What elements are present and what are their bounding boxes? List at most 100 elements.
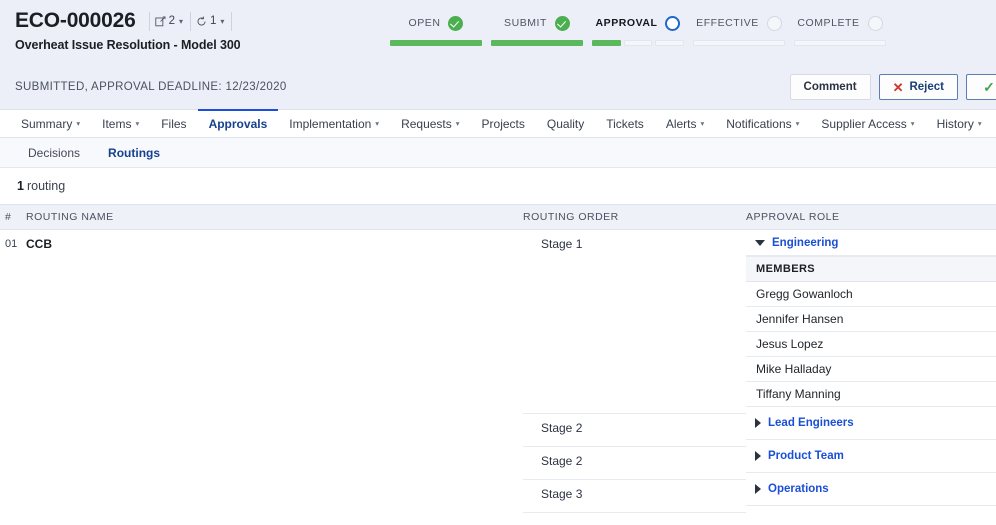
tab-history[interactable]: History ▾ [926,109,993,136]
chevron-down-icon: ▾ [910,119,915,128]
chevron-down-icon: ▾ [178,16,183,26]
step-progress [588,40,688,46]
workflow-step-approval[interactable]: APPROVAL [588,13,688,46]
list-item[interactable]: Jesus Lopez [746,332,996,357]
tab-alerts[interactable]: Alerts ▾ [655,109,715,136]
list-item[interactable]: Jennifer Hansen [746,307,996,332]
approval-role-column: Engineering MEMBERS Gregg Gowanloch Jenn… [746,230,996,513]
column-header-number: # [5,211,12,223]
revision-count-chip[interactable]: 1 ▾ [190,11,233,31]
check-circle-icon [448,15,464,31]
progress-segment [655,40,685,46]
list-item[interactable]: Tiffany Manning [746,382,996,407]
note-edit-icon [154,16,166,27]
tab-quality[interactable]: Quality [536,109,595,136]
row-number: 01 [5,238,18,250]
list-item[interactable]: Mike Halladay [746,357,996,382]
column-header-routing-name: ROUTING NAME [26,211,114,223]
tab-supplier-access[interactable]: Supplier Access ▾ [810,109,925,136]
role-group-product-team[interactable]: Product Team [746,440,996,473]
role-group-operations[interactable]: Operations [746,473,996,506]
table-header-row: # ROUTING NAME ROUTING ORDER APPROVAL RO… [0,204,996,230]
step-progress [386,40,486,46]
routing-count-number: 1 [17,179,24,193]
tab-approvals[interactable]: Approvals [197,109,279,136]
header-chip-group: 2 ▾ 1 ▾ [148,11,233,31]
role-link[interactable]: Operations [768,483,829,495]
tab-implementation[interactable]: Implementation ▾ [278,109,390,136]
header-action-buttons: Comment ✕ Reject ✓ [789,74,996,100]
tab-label: Implementation [289,116,372,131]
role-group-lead-engineers[interactable]: Lead Engineers [746,407,996,440]
members-header: MEMBERS [746,256,996,282]
routing-count-label: routing [26,179,66,193]
tab-items[interactable]: Items ▾ [91,109,150,136]
approve-button[interactable]: ✓ [966,74,996,100]
main-tab-bar: Summary ▾ Items ▾ Files Approvals Implem… [0,109,996,138]
step-label: COMPLETE [797,17,860,29]
step-head: SUBMIT [487,13,587,33]
step-progress [487,40,587,46]
comment-button-label: Comment [803,81,857,93]
tab-summary[interactable]: Summary ▾ [10,109,91,136]
step-progress [689,40,789,46]
chevron-down-icon: ▾ [135,119,140,128]
page-header: ECO-000026 2 ▾ 1 ▾ Overheat Issue Resolu… [0,0,996,110]
note-count-chip[interactable]: 2 ▾ [148,11,190,31]
tab-notifications[interactable]: Notifications ▾ [715,109,810,136]
step-label: EFFECTIVE [696,17,759,29]
role-link[interactable]: Engineering [772,237,838,249]
step-label: OPEN [408,17,441,29]
tab-projects[interactable]: Projects [471,109,536,136]
application-root: ECO-000026 2 ▾ 1 ▾ Overheat Issue Resolu… [0,0,996,525]
tab-label: Approvals [208,116,268,131]
empty-circle-icon [867,15,883,31]
workflow-stepper: OPEN SUBMIT APPROVAL EFFECTIVE COMPLETE [386,13,891,46]
workflow-step-effective[interactable]: EFFECTIVE [689,13,789,46]
chevron-down-icon: ▾ [977,119,982,128]
sub-tab-bar: Decisions Routings [0,138,996,168]
document-id: ECO-000026 [15,9,136,32]
progress-segment [592,40,621,46]
step-head: OPEN [386,13,486,33]
tab-files[interactable]: Files [150,109,197,136]
role-link[interactable]: Product Team [768,450,844,462]
stage-label: Stage 1 [523,230,746,414]
list-item[interactable]: Gregg Gowanloch [746,282,996,307]
stage-label: Stage 3 [523,480,746,513]
tab-label: Alerts [665,116,697,131]
tab-label: Summary [21,116,73,131]
empty-circle-icon [766,15,782,31]
tab-tickets[interactable]: Tickets [595,109,655,136]
subtab-decisions[interactable]: Decisions [14,146,94,160]
progress-segment [794,40,886,46]
triangle-right-icon [755,451,761,461]
workflow-step-complete[interactable]: COMPLETE [790,13,890,46]
triangle-right-icon [755,418,761,428]
step-head: COMPLETE [790,13,890,33]
tab-requests[interactable]: Requests ▾ [390,109,470,136]
revision-count-value: 1 [210,15,217,27]
status-text: SUBMITTED, APPROVAL DEADLINE: 12/23/2020 [15,81,287,93]
role-link[interactable]: Lead Engineers [768,417,854,429]
routings-table: # ROUTING NAME ROUTING ORDER APPROVAL RO… [0,204,996,513]
column-header-routing-order: ROUTING ORDER [523,211,619,223]
workflow-step-open[interactable]: OPEN [386,13,486,46]
progress-segment [693,40,785,46]
tab-label: Projects [481,116,525,131]
chevron-down-icon: ▾ [76,119,81,128]
role-group-engineering[interactable]: Engineering [746,230,996,256]
subtab-routings[interactable]: Routings [94,146,174,160]
tab-label: Supplier Access [821,116,907,131]
title-row: ECO-000026 2 ▾ 1 ▾ [15,9,241,33]
progress-segment [491,40,583,46]
document-subtitle: Overheat Issue Resolution - Model 300 [15,38,241,52]
routing-order-column: Stage 1 Stage 2 Stage 2 Stage 3 [523,230,746,513]
chevron-down-icon: ▾ [700,119,705,128]
step-label: APPROVAL [595,17,658,29]
workflow-step-submit[interactable]: SUBMIT [487,13,587,46]
comment-button[interactable]: Comment [789,74,871,100]
tab-label: Notifications [726,116,792,131]
reject-button[interactable]: ✕ Reject [878,74,958,100]
header-status-bar: SUBMITTED, APPROVAL DEADLINE: 12/23/2020… [0,65,996,109]
